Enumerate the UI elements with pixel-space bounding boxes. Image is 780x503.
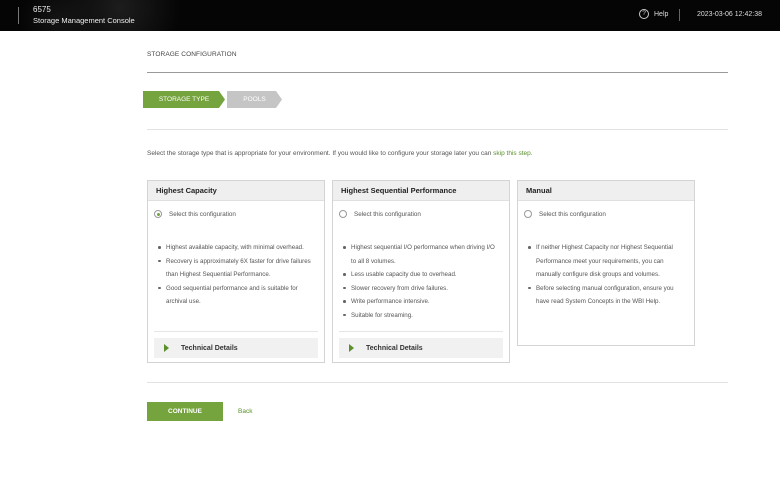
- intro-text: Select the storage type that is appropri…: [147, 150, 533, 157]
- step-pools[interactable]: POOLS: [227, 91, 282, 108]
- technical-details-toggle[interactable]: Technical Details: [154, 338, 318, 358]
- radio-label: Select this configuration: [354, 210, 421, 218]
- card-highest-capacity[interactable]: Highest Capacity Select this configurati…: [147, 180, 325, 363]
- caret-right-icon: [164, 344, 169, 352]
- technical-details-toggle[interactable]: Technical Details: [339, 338, 503, 358]
- card-title: Highest Sequential Performance: [333, 181, 509, 201]
- help-label: Help: [654, 10, 669, 18]
- list-item: Write performance intensive.: [343, 295, 501, 309]
- intro-sentence: Select the storage type that is appropri…: [147, 150, 492, 157]
- help-link[interactable]: ? Help: [639, 9, 668, 19]
- radio-label: Select this configuration: [169, 210, 236, 218]
- card-highest-sequential-performance[interactable]: Highest Sequential Performance Select th…: [332, 180, 510, 363]
- section-divider: [147, 129, 728, 130]
- card-title: Highest Capacity: [148, 181, 324, 201]
- wizard-steps: STORAGE TYPE POOLS: [143, 91, 282, 108]
- list-item: Less usable capacity due to overhead.: [343, 268, 501, 282]
- feature-list: Highest available capacity, with minimal…: [148, 241, 324, 309]
- card-manual[interactable]: Manual Select this configuration If neit…: [517, 180, 695, 346]
- page-title: STORAGE CONFIGURATION: [147, 51, 237, 58]
- list-item: If neither Highest Capacity nor Highest …: [528, 241, 686, 282]
- app-name: Storage Management Console: [33, 16, 135, 25]
- feature-list: If neither Highest Capacity nor Highest …: [518, 241, 694, 309]
- list-item: Good sequential performance and is suita…: [158, 282, 316, 309]
- list-item: Highest sequential I/O performance when …: [343, 241, 501, 268]
- system-code: 6575: [33, 5, 51, 14]
- card-divider: [154, 331, 318, 332]
- datetime: 2023-03-06 12:42:38: [697, 11, 762, 18]
- continue-button[interactable]: CONTINUE: [147, 402, 223, 421]
- footer-divider: [147, 382, 728, 383]
- step-storage-type[interactable]: STORAGE TYPE: [143, 91, 225, 108]
- feature-list: Highest sequential I/O performance when …: [333, 241, 509, 322]
- list-item: Before selecting manual configuration, e…: [528, 282, 686, 309]
- radio-option[interactable]: Select this configuration: [518, 208, 694, 220]
- caret-right-icon: [349, 344, 354, 352]
- question-circle-icon: ?: [639, 9, 649, 19]
- radio-button[interactable]: [154, 210, 162, 218]
- radio-button[interactable]: [524, 210, 532, 218]
- list-item: Recovery is approximately 6X faster for …: [158, 255, 316, 282]
- list-item: Highest available capacity, with minimal…: [158, 241, 316, 255]
- skip-step-link[interactable]: skip this step.: [493, 150, 532, 157]
- radio-label: Select this configuration: [539, 210, 606, 218]
- card-title: Manual: [518, 181, 694, 201]
- technical-details-label: Technical Details: [366, 344, 423, 352]
- list-item: Slower recovery from drive failures.: [343, 282, 501, 296]
- back-link[interactable]: Back: [238, 408, 252, 415]
- technical-details-label: Technical Details: [181, 344, 238, 352]
- radio-option[interactable]: Select this configuration: [148, 208, 324, 220]
- brand-divider: [18, 7, 19, 24]
- title-divider: [147, 72, 728, 73]
- list-item: Suitable for streaming.: [343, 309, 501, 323]
- header-divider: [679, 9, 680, 21]
- radio-option[interactable]: Select this configuration: [333, 208, 509, 220]
- radio-button[interactable]: [339, 210, 347, 218]
- card-divider: [339, 331, 503, 332]
- top-bar: 6575 Storage Management Console ? Help 2…: [0, 0, 780, 31]
